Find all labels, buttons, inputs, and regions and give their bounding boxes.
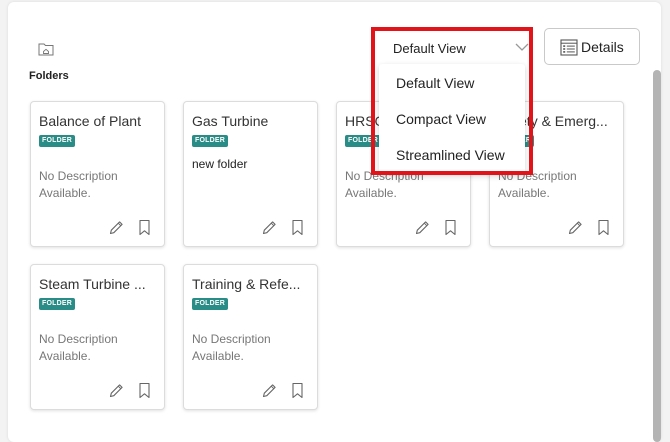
view-option-streamlined[interactable]: Streamlined View	[396, 147, 505, 163]
edit-pencil-icon[interactable]	[414, 219, 431, 236]
edit-pencil-icon[interactable]	[108, 382, 125, 399]
folder-card-description: No Description Available.	[39, 332, 118, 363]
details-button-label: Details	[581, 39, 624, 55]
bookmark-icon[interactable]	[138, 219, 151, 236]
folder-home-icon[interactable]	[38, 42, 54, 56]
folder-badge: FOLDER	[39, 135, 75, 147]
view-option-default[interactable]: Default View	[396, 75, 474, 91]
details-button[interactable]: Details	[544, 28, 640, 65]
folder-card-title: Training & Refe...	[192, 276, 301, 292]
bookmark-icon[interactable]	[291, 219, 304, 236]
chevron-down-icon	[515, 43, 529, 51]
folder-card[interactable]: Balance of Plant FOLDER No Description A…	[30, 101, 165, 247]
folder-badge: FOLDER	[192, 298, 228, 310]
edit-pencil-icon[interactable]	[261, 382, 278, 399]
bookmark-icon[interactable]	[444, 219, 457, 236]
edit-pencil-icon[interactable]	[108, 219, 125, 236]
folder-card-description: No Description Available.	[39, 169, 118, 200]
folder-card-title: Gas Turbine	[192, 113, 269, 129]
bookmark-icon[interactable]	[291, 382, 304, 399]
folder-card[interactable]: Steam Turbine ... FOLDER No Description …	[30, 264, 165, 410]
bookmark-icon[interactable]	[138, 382, 151, 399]
vertical-scrollbar[interactable]	[653, 70, 661, 442]
view-option-compact[interactable]: Compact View	[396, 111, 486, 127]
view-dropdown-menu: Default View Compact View Streamlined Vi…	[379, 64, 525, 174]
edit-pencil-icon[interactable]	[261, 219, 278, 236]
folder-card[interactable]: Gas Turbine FOLDER new folder	[183, 101, 318, 247]
view-select-value: Default View	[393, 41, 466, 56]
folder-badge: FOLDER	[192, 135, 228, 147]
bookmark-icon[interactable]	[597, 219, 610, 236]
folder-card-description: No Description Available.	[192, 332, 271, 363]
view-select[interactable]: Default View	[383, 33, 531, 63]
folder-badge: FOLDER	[345, 135, 381, 147]
details-list-icon	[560, 39, 578, 56]
edit-pencil-icon[interactable]	[567, 219, 584, 236]
folder-badge: FOLDER	[39, 298, 75, 310]
folder-card[interactable]: Training & Refe... FOLDER No Description…	[183, 264, 318, 410]
folder-card-title: Balance of Plant	[39, 113, 141, 129]
folder-card-title: Steam Turbine ...	[39, 276, 146, 292]
folder-card-note: new folder	[192, 157, 248, 171]
folders-section-label: Folders	[29, 70, 69, 82]
